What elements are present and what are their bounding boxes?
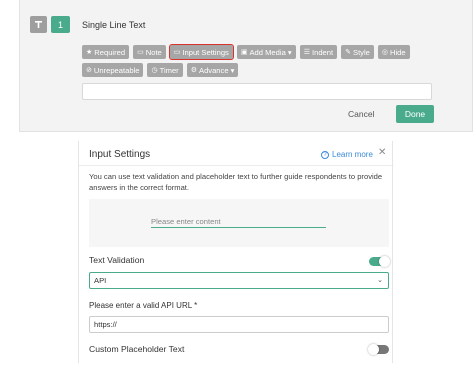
indent-icon: ☰ xyxy=(303,49,310,56)
validation-type-value: API xyxy=(94,276,107,285)
custom-placeholder-label: Custom Placeholder Text xyxy=(89,344,185,354)
placeholder-preview xyxy=(89,199,389,247)
chip-label: Hide xyxy=(390,47,406,57)
close-icon[interactable]: ✕ xyxy=(378,147,386,158)
chip-label: Add Media ▾ xyxy=(249,47,292,57)
api-url-input[interactable] xyxy=(89,316,389,333)
question-title[interactable]: Single Line Text xyxy=(82,20,145,30)
panel-description: You can use text validation and placehol… xyxy=(89,172,383,192)
chip-label: Required xyxy=(94,47,126,57)
toggle-knob xyxy=(368,344,379,355)
chip-label: Style xyxy=(353,47,370,57)
question-editor: 1 Single Line Text ★ Required ▭ Note ▭ Inpu… xyxy=(19,0,473,132)
star-icon: ★ xyxy=(86,49,93,56)
chip-label: Note xyxy=(145,47,162,57)
text-format-icon xyxy=(30,16,47,33)
answer-input-preview[interactable] xyxy=(82,83,432,100)
clock-icon: ◷ xyxy=(151,67,158,74)
eye-off-icon: ◎ xyxy=(381,49,388,56)
add-media-button[interactable]: ▣ Add Media ▾ xyxy=(236,45,296,59)
gear-icon: ⚙ xyxy=(190,67,197,74)
chip-label: Timer xyxy=(159,65,179,75)
validation-type-select[interactable]: API ⌄ xyxy=(89,272,389,289)
input-icon: ▭ xyxy=(173,49,181,56)
chevron-down-icon: ⌄ xyxy=(377,277,383,284)
learn-more-link[interactable]: ? Learn more xyxy=(321,150,373,159)
chip-label: Indent xyxy=(312,47,334,57)
divider xyxy=(79,165,394,166)
input-settings-button[interactable]: ▭ Input Settings xyxy=(168,44,234,60)
question-options-row-1: ★ Required ▭ Note ▭ Input Settings ▣ Add Med… xyxy=(82,44,410,60)
chip-label: Input Settings xyxy=(182,47,229,57)
block-icon: ⊘ xyxy=(86,67,92,74)
input-settings-panel: Input Settings ? Learn more ✕ You can us… xyxy=(78,141,394,363)
panel-title: Input Settings xyxy=(89,149,151,160)
preview-input[interactable] xyxy=(151,215,326,228)
chip-label: Advance ▾ xyxy=(199,65,235,75)
brush-icon: ✎ xyxy=(345,49,351,56)
toggle-knob xyxy=(379,256,390,267)
text-validation-label: Text Validation xyxy=(89,255,145,265)
api-url-label: Please enter a valid API URL * xyxy=(89,301,198,310)
done-button[interactable]: Done xyxy=(396,105,434,123)
unrepeatable-button[interactable]: ⊘ Unrepeatable xyxy=(82,63,144,77)
question-options-row-2: ⊘ Unrepeatable ◷ Timer ⚙ Advance ▾ xyxy=(82,63,239,77)
timer-button[interactable]: ◷ Timer xyxy=(147,63,183,77)
note-icon: ▭ xyxy=(137,49,144,56)
indent-button[interactable]: ☰ Indent xyxy=(299,45,338,59)
learn-more-label: Learn more xyxy=(332,150,373,159)
custom-placeholder-toggle[interactable] xyxy=(368,344,389,355)
note-button[interactable]: ▭ Note xyxy=(133,45,166,59)
required-button[interactable]: ★ Required xyxy=(82,45,130,59)
style-button[interactable]: ✎ Style xyxy=(341,45,374,59)
hide-button[interactable]: ◎ Hide xyxy=(377,45,410,59)
question-number-badge: 1 xyxy=(51,16,70,33)
text-validation-toggle[interactable] xyxy=(369,256,390,267)
help-circle-icon: ? xyxy=(321,150,329,159)
chip-label: Unrepeatable xyxy=(93,65,140,75)
cancel-button[interactable]: Cancel xyxy=(348,109,374,119)
advance-button[interactable]: ⚙ Advance ▾ xyxy=(186,63,239,77)
camera-icon: ▣ xyxy=(240,49,248,56)
